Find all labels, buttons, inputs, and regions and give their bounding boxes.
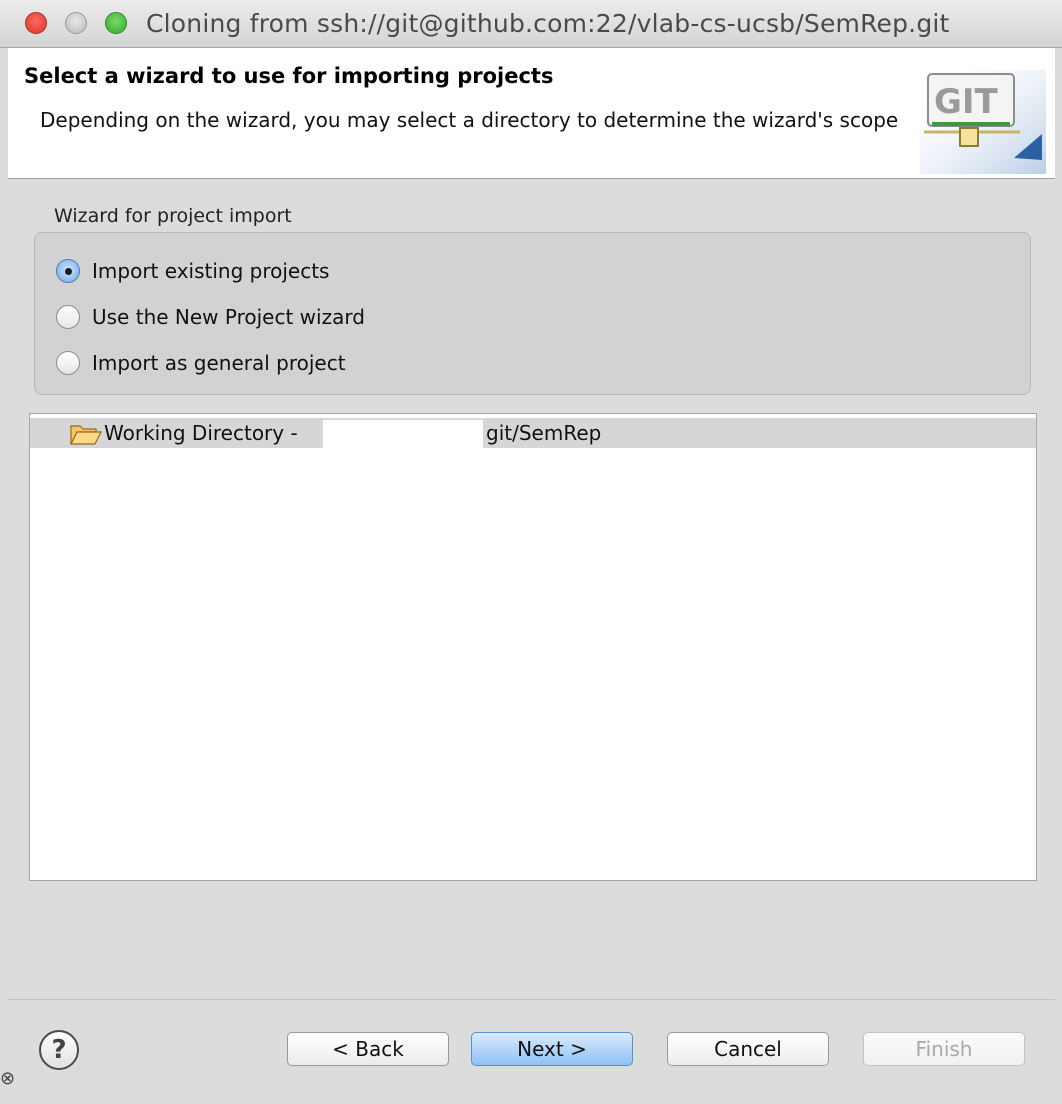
cancel-button[interactable]: Cancel (667, 1032, 829, 1066)
option-label: Use the New Project wizard (92, 305, 365, 329)
zoom-window-button[interactable] (105, 12, 127, 34)
tree-label-prefix: Working Directory - (104, 421, 298, 445)
window-titlebar: Cloning from ssh://git@github.com:22/vla… (0, 0, 1062, 48)
page-title: Select a wizard to use for importing pro… (24, 64, 554, 88)
close-window-button[interactable] (25, 12, 47, 34)
redacted-path (323, 420, 483, 448)
option-new-project-wizard[interactable]: Use the New Project wizard (56, 302, 365, 332)
git-logo-text: GIT (934, 82, 999, 122)
option-label: Import existing projects (92, 259, 330, 283)
resize-grip-icon: ⊗ (0, 1068, 16, 1089)
radio-new-project-wizard[interactable] (56, 305, 80, 329)
option-general-project[interactable]: Import as general project (56, 348, 346, 378)
page-description: Depending on the wizard, you may select … (40, 108, 899, 132)
back-button[interactable]: < Back (287, 1032, 449, 1066)
radio-import-existing[interactable] (56, 259, 80, 283)
folder-open-icon (70, 425, 102, 445)
footer-divider (8, 999, 1055, 1000)
next-button[interactable]: Next > (471, 1032, 633, 1066)
tree-label-suffix: git/SemRep (486, 421, 602, 445)
minimize-window-button[interactable] (65, 12, 87, 34)
directory-tree[interactable]: Working Directory - git/SemRep (29, 413, 1037, 881)
git-logo-icon: GIT (920, 70, 1046, 174)
option-import-existing[interactable]: Import existing projects (56, 256, 329, 286)
wizard-header: Select a wizard to use for importing pro… (8, 48, 1055, 179)
window-title: Cloning from ssh://git@github.com:22/vla… (146, 9, 950, 38)
radio-general-project[interactable] (56, 351, 80, 375)
finish-button[interactable]: Finish (863, 1032, 1025, 1066)
help-icon[interactable]: ? (39, 1030, 79, 1070)
tree-row-working-directory[interactable]: Working Directory - git/SemRep (30, 418, 1036, 448)
option-label: Import as general project (92, 351, 346, 375)
wizard-group-label: Wizard for project import (54, 205, 292, 227)
